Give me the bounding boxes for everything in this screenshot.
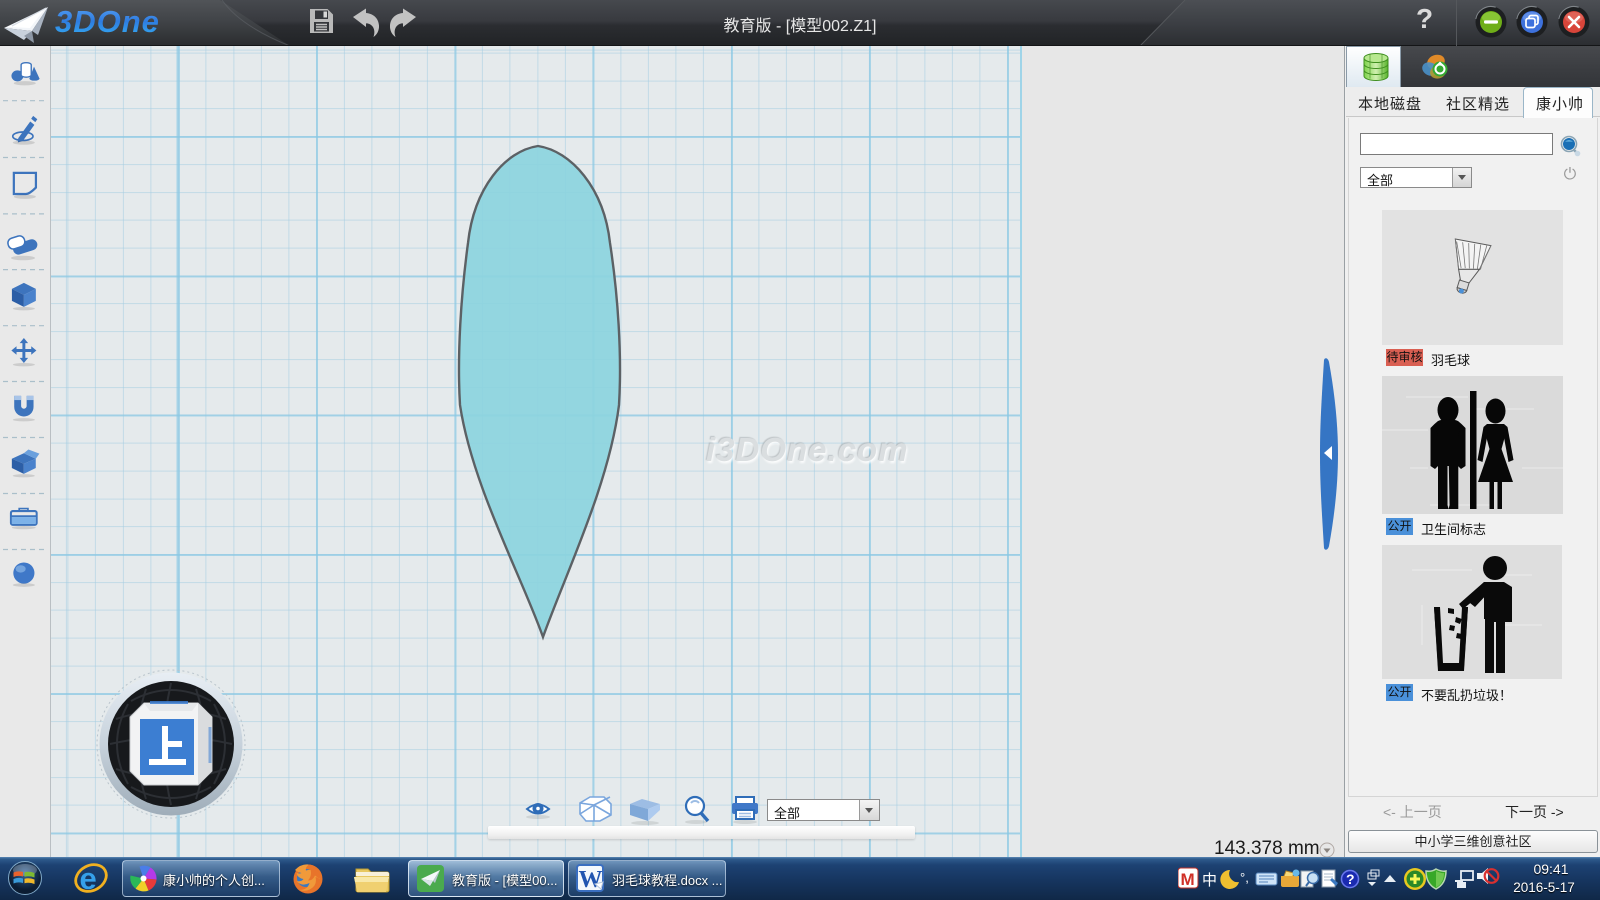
svg-text:°,: °, (1240, 870, 1249, 885)
svg-text:中: 中 (1202, 872, 1217, 889)
svg-text:M: M (1181, 870, 1195, 889)
svg-text:W: W (579, 867, 603, 892)
svg-text:?: ? (1346, 871, 1355, 887)
svg-text:e: e (80, 861, 97, 896)
